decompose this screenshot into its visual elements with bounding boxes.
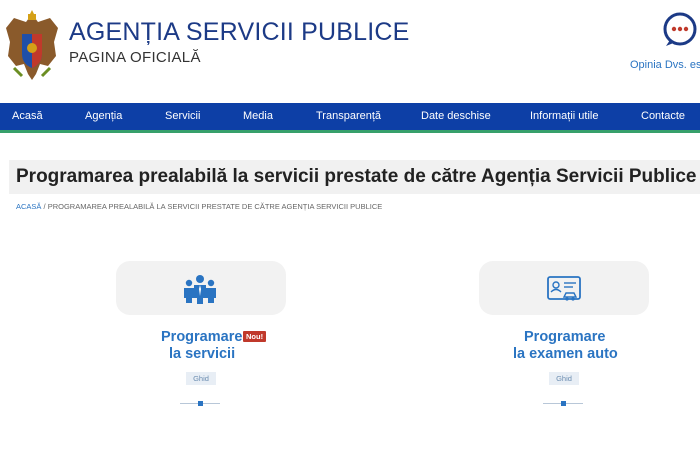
site-header: AGENȚIA SERVICII PUBLICE PAGINA OFICIALĂ… [0, 0, 700, 103]
site-subtitle: PAGINA OFICIALĂ [69, 49, 201, 66]
card-title-line2[interactable]: la servicii [169, 346, 235, 363]
opinion-link[interactable]: Opinia Dvs. est [630, 59, 700, 71]
coat-of-arms-icon[interactable] [4, 8, 60, 82]
nav-item-transparenta[interactable]: Transparență [316, 103, 381, 130]
site-title[interactable]: AGENȚIA SERVICII PUBLICE [69, 18, 410, 47]
breadcrumb: ACASĂ / PROGRAMAREA PREALABILĂ LA SERVIC… [16, 202, 382, 211]
ghid-button[interactable]: Ghid [186, 372, 216, 385]
ghid-button[interactable]: Ghid [549, 372, 579, 385]
nav-item-media[interactable]: Media [243, 103, 273, 130]
breadcrumb-home[interactable]: ACASĂ [16, 202, 41, 211]
nav-item-servicii[interactable]: Servicii [165, 103, 200, 130]
slider-dot[interactable] [561, 401, 566, 406]
slider-dot[interactable] [198, 401, 203, 406]
nav-item-contacte[interactable]: Contacte [641, 103, 685, 130]
breadcrumb-current: PROGRAMAREA PREALABILĂ LA SERVICII PREST… [47, 202, 383, 211]
nav-item-acasa[interactable]: Acasă [12, 103, 43, 130]
card-title-line2[interactable]: la examen auto [513, 346, 618, 363]
new-badge: Nou! [243, 331, 267, 342]
id-card-car-icon [547, 276, 581, 301]
main-nav: Acasă Agenția Servicii Media Transparenț… [0, 103, 700, 133]
card-title-line1[interactable]: Programare [524, 329, 605, 346]
card-title-line1[interactable]: Programare [161, 329, 242, 346]
nav-item-informatii-utile[interactable]: Informații utile [530, 103, 598, 130]
page-title-bar: Programarea prealabilă la servicii prest… [9, 160, 700, 194]
nav-item-agentia[interactable]: Agenția [85, 103, 122, 130]
page-title: Programarea prealabilă la servicii prest… [16, 166, 697, 187]
chat-bubble-icon[interactable] [662, 12, 698, 48]
people-group-icon [184, 275, 216, 304]
nav-item-date-deschise[interactable]: Date deschise [421, 103, 491, 130]
